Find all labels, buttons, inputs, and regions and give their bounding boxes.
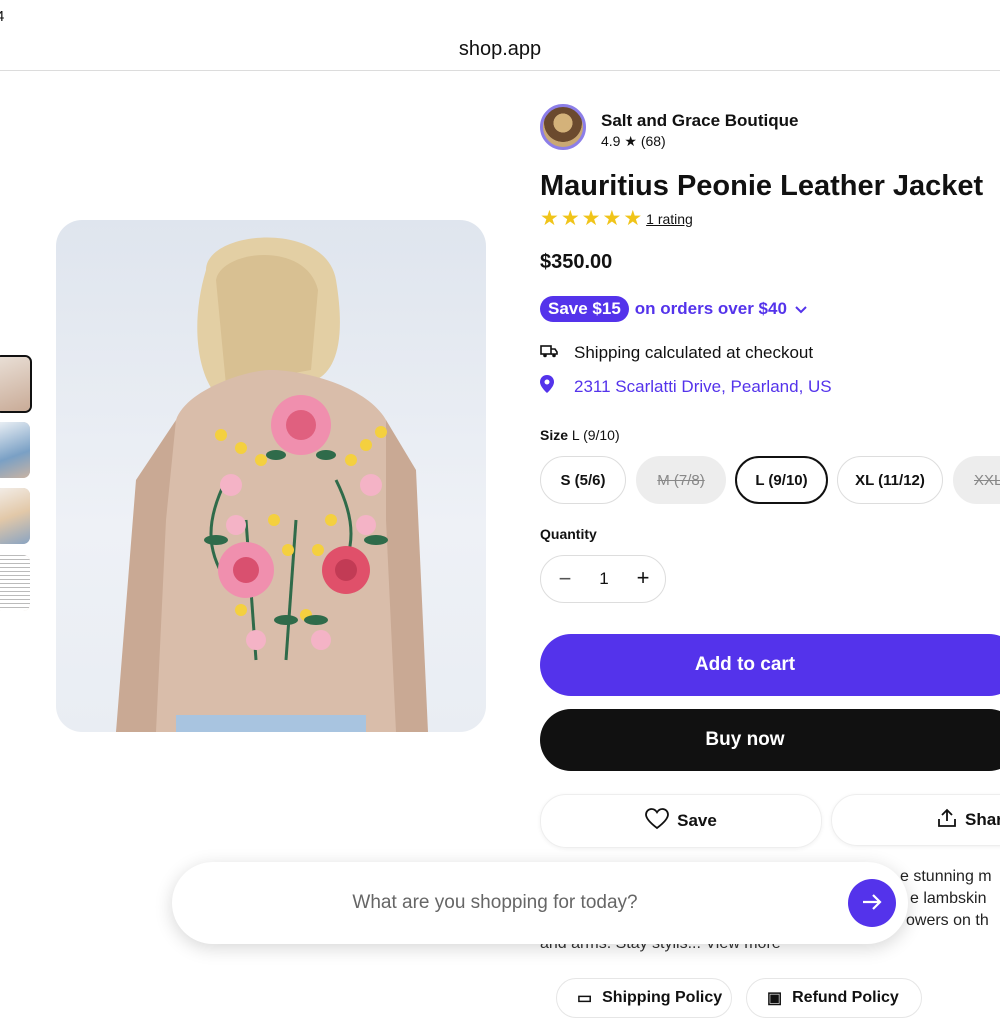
- bag-icon: ▣: [767, 990, 783, 1007]
- url-domain[interactable]: shop.app: [0, 38, 1000, 61]
- shop-rating: 4.9 ★ (68): [601, 133, 801, 150]
- quantity-stepper: − 1 +: [540, 555, 666, 603]
- rating-link[interactable]: 1 rating: [646, 211, 693, 227]
- truck-icon: ▭: [577, 990, 593, 1007]
- save-label: Save: [677, 811, 717, 830]
- star-icon: ★: [540, 207, 559, 230]
- size-option-s[interactable]: S (5/6): [540, 456, 626, 504]
- heart-icon: [645, 807, 670, 835]
- size-label: Size L (9/10): [540, 427, 620, 443]
- shop-review-count: (68): [640, 133, 666, 149]
- star-icon: ★: [624, 133, 637, 149]
- shop-avatar[interactable]: [540, 104, 586, 150]
- search-bar[interactable]: What are you shopping for today?: [172, 862, 908, 944]
- shipping-policy-button[interactable]: ▭ Shipping Policy: [556, 978, 732, 1018]
- star-icon: ★: [623, 207, 643, 230]
- thumbnail-4[interactable]: [0, 555, 30, 611]
- size-heading: Size: [540, 427, 569, 443]
- quantity-value[interactable]: 1: [593, 569, 615, 589]
- promo-text: on orders over $40: [634, 299, 787, 318]
- refund-policy-button[interactable]: ▣ Refund Policy: [746, 978, 922, 1018]
- size-selected: L (9/10): [571, 427, 620, 443]
- add-to-cart-button[interactable]: Add to cart: [540, 634, 1000, 696]
- share-icon: [937, 808, 957, 833]
- minus-icon[interactable]: −: [553, 566, 577, 592]
- description-line: owers on th: [906, 912, 989, 929]
- size-option-xxl[interactable]: XXL: [953, 456, 1000, 504]
- search-input[interactable]: What are you shopping for today?: [172, 892, 818, 914]
- promo-badge: Save $15: [540, 296, 629, 322]
- shipping-info: Shipping calculated at checkout: [540, 343, 813, 363]
- status-text: 4: [0, 8, 5, 25]
- description-line: e stunning m: [900, 868, 992, 885]
- size-option-l[interactable]: L (9/10): [735, 456, 828, 504]
- star-icon: ★: [581, 207, 601, 230]
- thumbnail-3[interactable]: [0, 488, 30, 544]
- search-submit-button[interactable]: [848, 879, 896, 927]
- truck-icon: [540, 344, 558, 362]
- refund-policy-label: Refund Policy: [792, 989, 899, 1006]
- promo-offer[interactable]: Save $15 on orders over $40: [540, 296, 807, 322]
- quantity-label: Quantity: [540, 526, 597, 542]
- product-rating: ★ ★ ★ ★ ★ 1 rating: [540, 207, 693, 230]
- buy-now-button[interactable]: Buy now: [540, 709, 1000, 771]
- product-price: $350.00: [540, 251, 613, 273]
- plus-icon[interactable]: +: [631, 565, 655, 591]
- star-icon: ★: [560, 207, 580, 230]
- save-button[interactable]: Save: [540, 794, 822, 848]
- browser-bar: 4 shop.app: [0, 0, 1000, 71]
- chevron-down-icon: [795, 302, 807, 317]
- arrow-right-icon: [862, 890, 882, 916]
- size-option-xl[interactable]: XL (11/12): [837, 456, 943, 504]
- size-option-m[interactable]: M (7/8): [636, 456, 726, 504]
- product-title: Mauritius Peonie Leather Jacket: [540, 170, 984, 202]
- shop-rating-value: 4.9: [601, 133, 621, 149]
- location-text[interactable]: 2311 Scarlatti Drive, Pearland, US: [574, 377, 832, 397]
- shipping-text: Shipping calculated at checkout: [574, 343, 814, 362]
- shop-name[interactable]: Salt and Grace Boutique: [601, 111, 861, 131]
- star-icon: ★: [602, 207, 622, 230]
- share-button[interactable]: Shar: [831, 794, 1000, 846]
- description-line: e lambskin: [910, 890, 987, 907]
- location-info[interactable]: 2311 Scarlatti Drive, Pearland, US: [540, 375, 832, 398]
- jacket-illustration: [116, 237, 428, 732]
- product-image[interactable]: [56, 220, 486, 732]
- location-pin-icon: [540, 375, 558, 398]
- shipping-policy-label: Shipping Policy: [602, 989, 723, 1006]
- share-label: Shar: [965, 810, 1000, 829]
- thumbnail-1[interactable]: [0, 355, 32, 413]
- thumbnail-2[interactable]: [0, 422, 30, 478]
